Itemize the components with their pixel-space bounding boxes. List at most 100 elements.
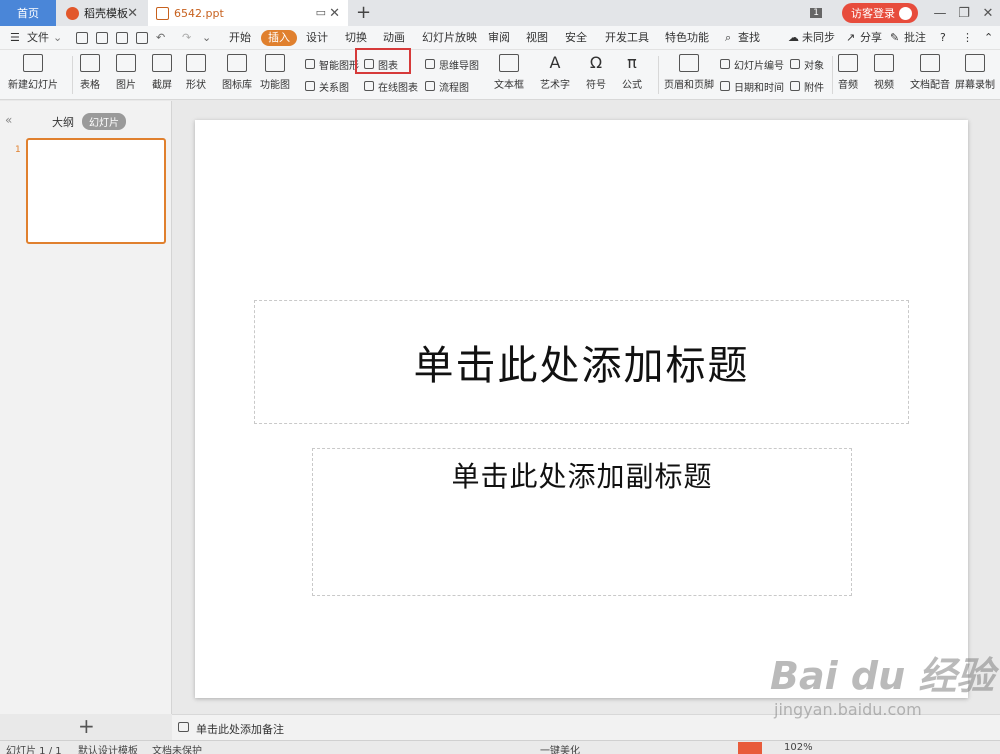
online-chart-button[interactable]: 在线图表 (364, 77, 418, 95)
title-tab-bar: 首页 稻壳模板 ✕ 6542.ppt ▭ ✕ + 1 访客登录 — ❐ ✕ (0, 0, 1000, 26)
flowchart-button[interactable]: 流程图 (425, 77, 469, 95)
table-button[interactable]: 表格 (80, 54, 100, 91)
menu-developer[interactable]: 开发工具 (605, 26, 649, 50)
export-icon[interactable] (96, 32, 108, 44)
menu-review[interactable]: 审阅 (488, 26, 510, 50)
online-chart-icon (364, 81, 374, 91)
divider (72, 56, 73, 94)
outline-tab[interactable]: 大纲 (52, 114, 74, 130)
restore-icon[interactable]: ❐ (952, 6, 976, 21)
screen-icon[interactable]: ▭ (316, 6, 326, 19)
daoke-logo-icon (66, 6, 79, 20)
menu-design[interactable]: 设计 (306, 26, 328, 50)
add-slide-button[interactable]: + (78, 714, 95, 738)
picture-button[interactable]: 图片 (116, 54, 136, 91)
undo-icon[interactable]: ↶ (156, 26, 165, 50)
object-icon (790, 59, 800, 69)
screenshot-button[interactable]: 截屏 (152, 54, 172, 91)
close-tab-icon[interactable]: ✕ (329, 6, 340, 21)
icon-library-icon (227, 54, 247, 72)
comment-button[interactable]: 批注 (904, 26, 926, 50)
watermark-brand: Bai du 经验 (770, 654, 995, 698)
slides-tab[interactable]: 幻灯片 (82, 113, 126, 130)
paperclip-icon (790, 81, 800, 91)
print-icon[interactable] (116, 32, 128, 44)
video-icon (874, 54, 894, 72)
wordart-icon: A (549, 53, 561, 72)
play-slideshow-icon[interactable] (738, 742, 762, 754)
collapse-ribbon-icon[interactable]: ⌃ (984, 26, 993, 50)
collapse-panel-icon[interactable]: « (5, 113, 12, 127)
chevron-down-icon[interactable]: ⌄ (53, 26, 62, 50)
menu-insert[interactable]: 插入 (261, 30, 297, 46)
textbox-button[interactable]: 文本框 (494, 54, 524, 91)
status-bar: 幻灯片 1 / 1 默认设计模板 文档未保护 一键美化 102% (0, 740, 1000, 754)
textbox-icon (499, 54, 519, 72)
mindmap-button[interactable]: 思维导图 (425, 55, 479, 73)
guest-login-button[interactable]: 访客登录 (842, 3, 918, 23)
search-button[interactable]: 查找 (738, 26, 760, 50)
close-tab-icon[interactable]: ✕ (127, 6, 138, 21)
tab-home[interactable]: 首页 (0, 0, 56, 26)
search-icon[interactable]: ⌕ (725, 26, 731, 50)
tab-document[interactable]: 6542.ppt ▭ ✕ (148, 0, 348, 26)
minimize-icon[interactable]: — (928, 6, 952, 21)
share-button[interactable]: 分享 (860, 26, 882, 50)
template-name[interactable]: 默认设计模板 (78, 742, 138, 754)
menu-features[interactable]: 特色功能 (665, 26, 709, 50)
new-tab-button[interactable]: + (356, 2, 371, 23)
video-button[interactable]: 视频 (874, 54, 894, 91)
function-chart-button[interactable]: 功能图 (260, 54, 290, 91)
audio-button[interactable]: 音频 (838, 54, 858, 91)
slide-thumbnail[interactable] (26, 138, 166, 244)
customize-icon[interactable]: ⌄ (202, 26, 211, 50)
baidu-watermark: Bai du 经验 jingyan.baidu.com (770, 645, 994, 719)
slide-canvas[interactable]: 单击此处添加标题 单击此处添加副标题 (195, 120, 968, 698)
menu-slideshow[interactable]: 幻灯片放映 (422, 26, 477, 50)
slide-number-button[interactable]: 幻灯片编号 (720, 55, 784, 73)
beautify-button[interactable]: 一键美化 (540, 742, 580, 754)
screen-record-button[interactable]: 屏幕录制 (955, 54, 995, 91)
header-footer-button[interactable]: 页眉和页脚 (664, 54, 714, 91)
print-preview-icon[interactable] (136, 32, 148, 44)
menu-hamburger-icon[interactable]: ☰ (10, 26, 20, 50)
wordart-button[interactable]: A 艺术字 (540, 53, 570, 92)
tab-daoke-templates[interactable]: 稻壳模板 ✕ (58, 0, 146, 26)
shape-button[interactable]: 形状 (186, 54, 206, 91)
mindmap-icon (425, 59, 435, 69)
menu-security[interactable]: 安全 (565, 26, 587, 50)
title-placeholder[interactable]: 单击此处添加标题 (254, 300, 909, 424)
formula-button[interactable]: π 公式 (622, 54, 642, 92)
attachment-button[interactable]: 附件 (790, 77, 824, 95)
menu-start[interactable]: 开始 (229, 26, 251, 50)
doc-voice-button[interactable]: 文档配音 (910, 54, 950, 91)
menu-file[interactable]: 文件 (27, 26, 49, 50)
object-button[interactable]: 对象 (790, 55, 824, 73)
divider (832, 56, 833, 94)
notes-placeholder: 单击此处添加备注 (196, 723, 284, 736)
more-icon[interactable]: ⋮ (962, 26, 973, 50)
symbol-button[interactable]: Ω 符号 (586, 54, 606, 92)
zoom-level[interactable]: 102% (784, 742, 813, 753)
new-slide-button[interactable]: 新建幻灯片 (8, 54, 58, 91)
screenshot-icon (152, 54, 172, 72)
share-icon: ↗ (846, 31, 856, 44)
smart-graphic-button[interactable]: 智能图形 (305, 55, 359, 73)
help-icon[interactable]: ? (940, 26, 946, 50)
subtitle-placeholder[interactable]: 单击此处添加副标题 (312, 448, 852, 596)
sync-status[interactable]: 未同步 (802, 26, 835, 50)
relation-chart-button[interactable]: 关系图 (305, 77, 349, 95)
save-icon[interactable] (76, 32, 88, 44)
icon-library-button[interactable]: 图标库 (222, 54, 252, 91)
menu-animation[interactable]: 动画 (383, 26, 405, 50)
menu-transition[interactable]: 切换 (345, 26, 367, 50)
close-window-icon[interactable]: ✕ (976, 6, 1000, 21)
datetime-button[interactable]: 日期和时间 (720, 77, 784, 95)
notes-icon (178, 722, 189, 732)
menu-view[interactable]: 视图 (526, 26, 548, 50)
slide-thumb-number: 1 (15, 145, 21, 155)
doc-protect-status[interactable]: 文档未保护 (152, 742, 202, 754)
redo-icon[interactable]: ↷ (182, 26, 191, 50)
shape-icon (186, 54, 206, 72)
chart-button-highlight (355, 48, 411, 74)
